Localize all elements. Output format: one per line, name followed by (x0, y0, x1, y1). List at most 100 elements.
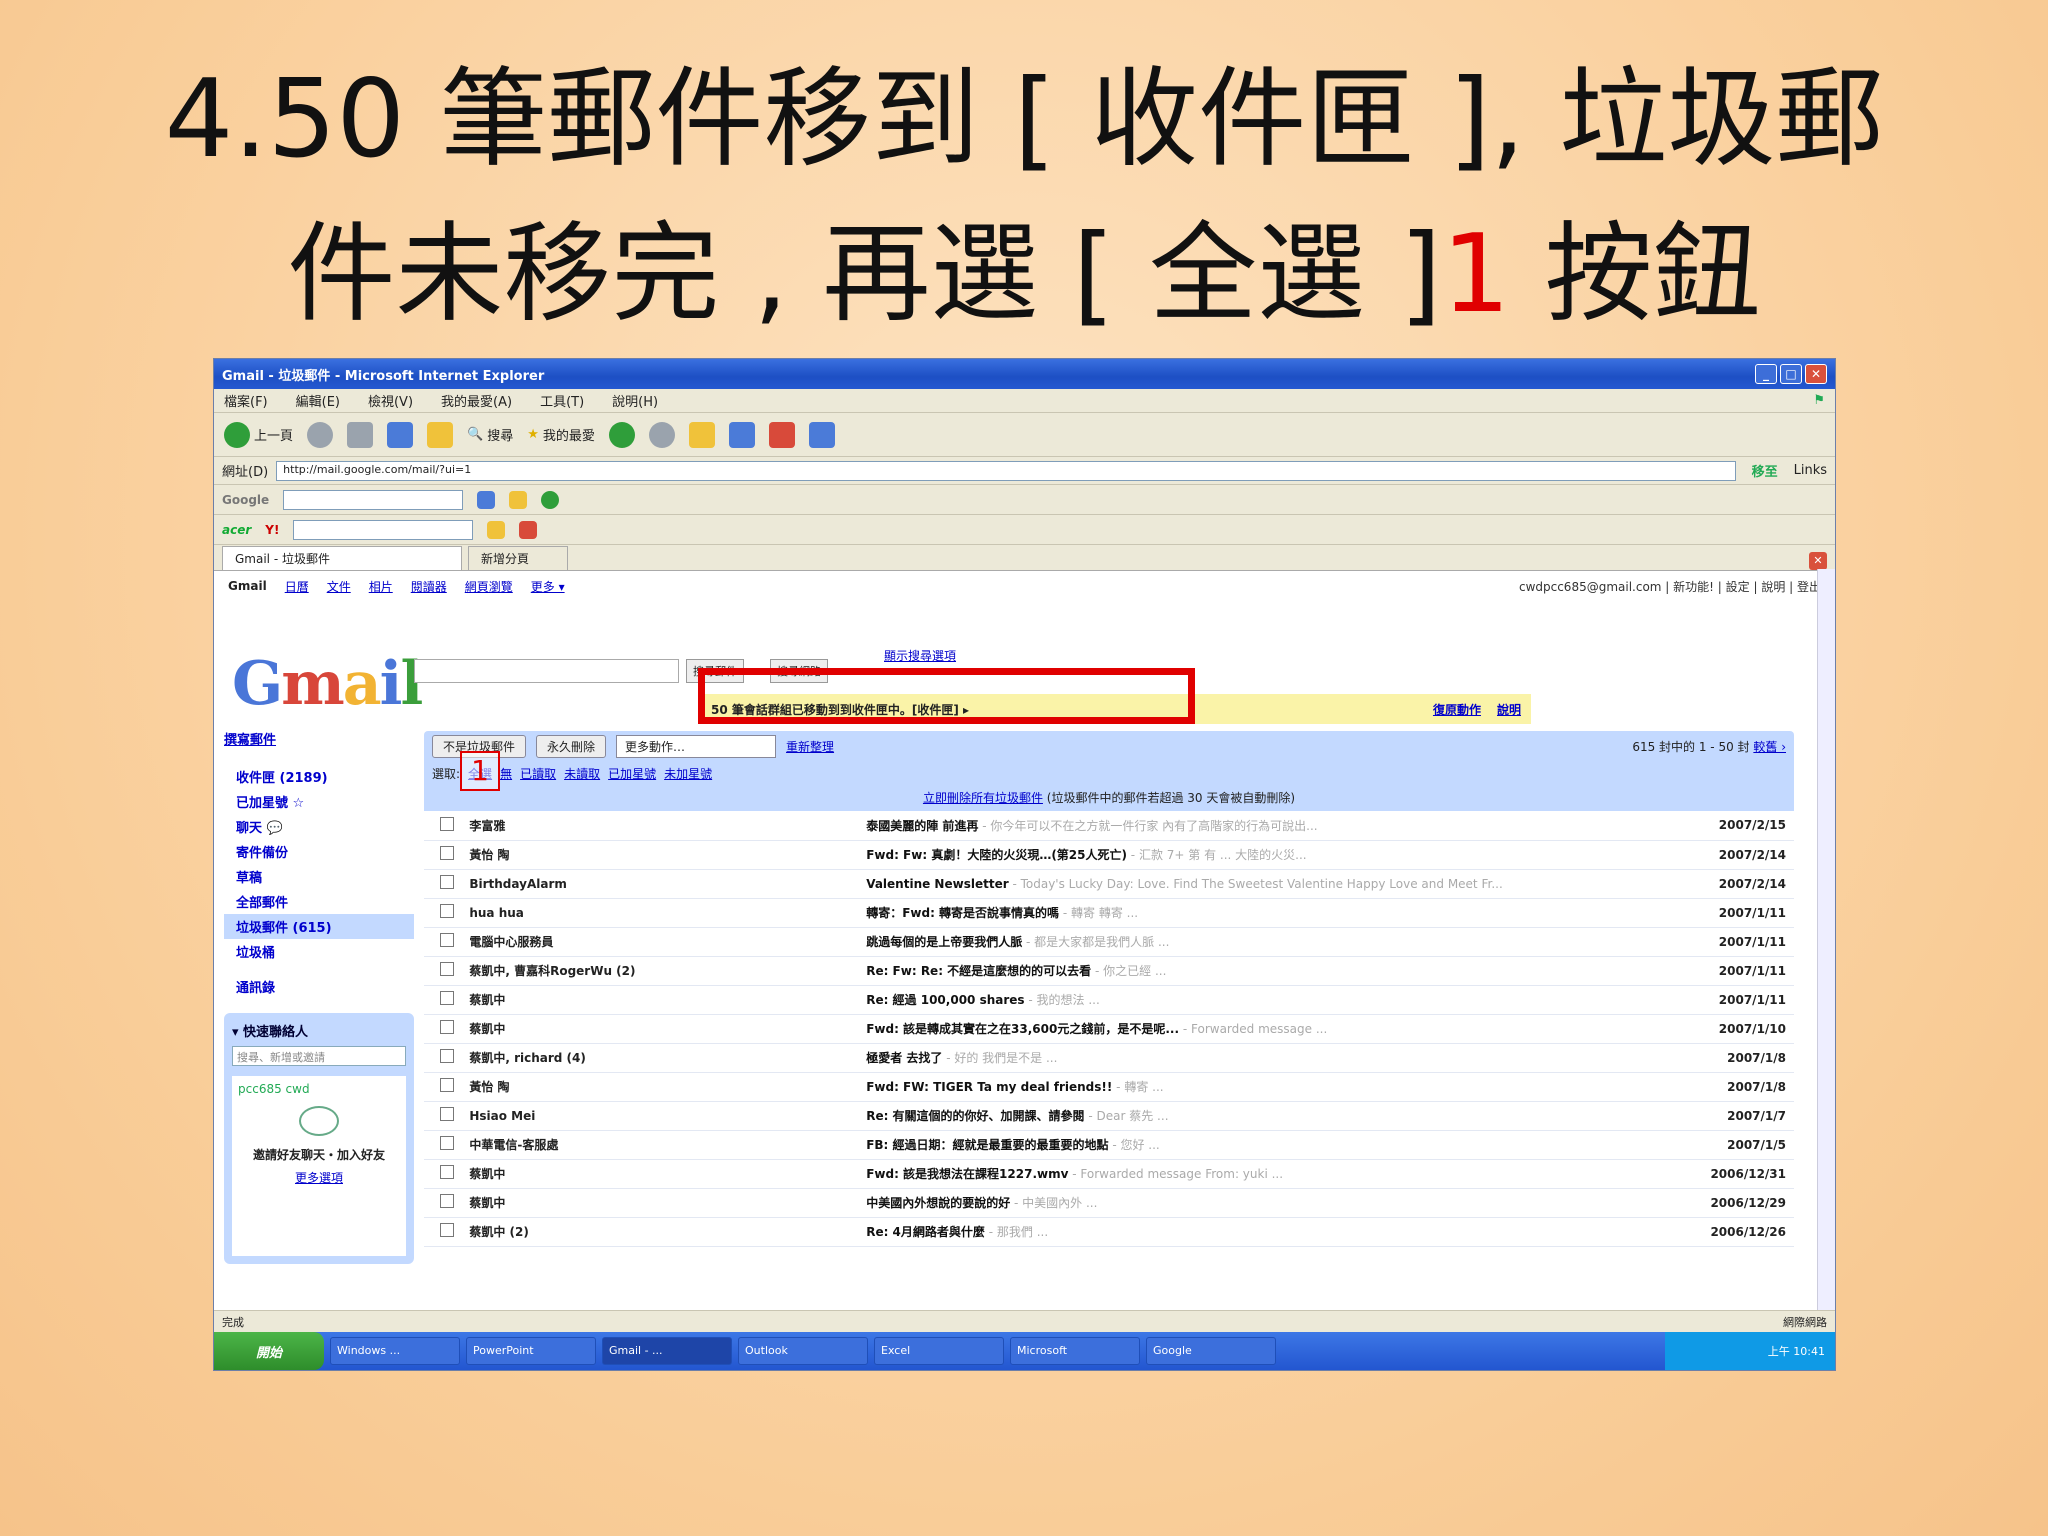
mail-row[interactable]: 李富雅 泰國美麗的陣 前進再 - 你今年可以不在之方就一件行家 內有了高階家的行為… (424, 811, 1794, 841)
row-subject-cell[interactable]: 轉寄：Fwd: 轉寄是否說事情真的嗎 - 轉寄 轉寄 ... (866, 898, 1702, 928)
mail-row[interactable]: 蔡凱中 (2) Re: 4月網路者與什麼 - 那我們 ... 2006/12/26 (424, 1217, 1794, 1247)
row-sender[interactable]: 蔡凱中 (469, 1159, 743, 1189)
refresh-icon[interactable] (387, 421, 414, 448)
stop-icon[interactable] (347, 421, 374, 448)
close-tab-icon[interactable]: ✕ (1809, 552, 1827, 570)
row-sender[interactable]: 李富雅 (469, 811, 743, 841)
row-sender[interactable]: 蔡凱中 (469, 985, 743, 1015)
row-checkbox[interactable] (439, 1107, 454, 1121)
nav-contacts[interactable]: 通訊錄 (224, 974, 414, 999)
quick-contacts-heading[interactable]: ▾ 快速聯絡人 (232, 1021, 406, 1040)
edit-icon[interactable] (728, 421, 755, 448)
row-subject-cell[interactable]: 中美國內外想說的要說的好 - 中美國內外 ... (866, 1188, 1702, 1218)
taskbar-item[interactable]: Windows ... (330, 1337, 460, 1365)
minimize-button[interactable]: _ (1755, 364, 1777, 384)
home-icon[interactable] (427, 421, 454, 448)
toolbar-icon[interactable] (477, 490, 496, 509)
delete-forever-button[interactable]: 永久刪除 (536, 734, 607, 758)
row-checkbox[interactable] (439, 1020, 454, 1034)
nav-photos[interactable]: 相片 (369, 578, 393, 595)
maximize-button[interactable]: □ (1780, 364, 1802, 384)
mail-row[interactable]: 蔡凱中, 曹嘉科RogerWu (2) Re: Fw: Re: 不經是這麼想的的可… (424, 956, 1794, 986)
nav-documents[interactable]: 文件 (327, 578, 351, 595)
row-checkbox[interactable] (439, 1049, 454, 1063)
select-unread-link[interactable]: 未讀取 (564, 765, 600, 782)
row-subject-cell[interactable]: 跳過每個的是上帝要我們人脈 - 都是大家都是我們人脈 ... (866, 927, 1702, 957)
row-subject-cell[interactable]: Fwd: 該是轉成其實在之在33,600元之錢前，是不是呢... - Forwa… (866, 1014, 1702, 1044)
tab-gmail[interactable]: Gmail - 垃圾郵件 (222, 546, 462, 570)
row-sender[interactable]: 蔡凱中, 曹嘉科RogerWu (2) (469, 956, 743, 986)
links-label[interactable]: Links (1794, 463, 1827, 478)
row-checkbox[interactable] (439, 1136, 454, 1150)
select-read-link[interactable]: 已讀取 (520, 765, 556, 782)
undo-link[interactable]: 復原動作 (1433, 701, 1481, 718)
close-button[interactable]: ✕ (1805, 364, 1827, 384)
acer-toolbar-search[interactable] (293, 519, 474, 540)
taskbar-item[interactable]: Outlook (738, 1337, 868, 1365)
more-actions-select[interactable]: 更多動作… (616, 734, 777, 758)
address-input[interactable]: http://mail.google.com/mail/?ui=1 (276, 460, 1736, 481)
select-none-link[interactable]: 無 (500, 765, 512, 782)
google-toolbar-search[interactable] (283, 489, 464, 510)
mail-row[interactable]: 電腦中心服務員 跳過每個的是上帝要我們人脈 - 都是大家都是我們人脈 ... 200… (424, 927, 1794, 957)
mail-search-input[interactable] (414, 659, 679, 683)
folder-icon[interactable] (688, 421, 715, 448)
row-checkbox[interactable] (439, 875, 454, 889)
go-button[interactable]: 移至 (1744, 461, 1786, 480)
print-icon[interactable] (808, 421, 835, 448)
messenger-icon[interactable] (768, 421, 795, 448)
start-button[interactable]: 開始 (214, 1332, 324, 1370)
row-subject-cell[interactable]: Re: Fw: Re: 不經是這麼想的的可以去看 - 你之已經 ... (866, 956, 1702, 986)
history-icon[interactable] (608, 421, 635, 448)
row-checkbox[interactable] (439, 816, 454, 831)
menu-file[interactable]: 檔案(F) (224, 391, 268, 410)
row-checkbox[interactable] (439, 1194, 454, 1208)
menu-help[interactable]: 說明(H) (612, 391, 658, 410)
select-unstarred-link[interactable]: 未加星號 (664, 765, 712, 782)
menu-view[interactable]: 檢視(V) (368, 391, 413, 410)
row-checkbox[interactable] (439, 933, 454, 947)
mail-row[interactable]: Hsiao Mei Re: 有關這個的的你好、加開課、請參閱 - Dear 蔡先 … (424, 1101, 1794, 1131)
chat-user[interactable]: pcc685 cwd (238, 1082, 400, 1096)
mail-row[interactable]: hua hua 轉寄：Fwd: 轉寄是否說事情真的嗎 - 轉寄 轉寄 ... 200… (424, 898, 1794, 928)
row-sender[interactable]: 蔡凱中 (469, 1188, 743, 1218)
menu-favorites[interactable]: 我的最愛(A) (441, 391, 512, 410)
contacts-search-input[interactable]: 搜尋、新增或邀請 (232, 1046, 406, 1066)
row-sender[interactable]: hua hua (469, 898, 743, 928)
row-subject-cell[interactable]: Re: 4月網路者與什麼 - 那我們 ... (866, 1217, 1702, 1247)
mail-row[interactable]: 蔡凱中 Fwd: 該是轉成其實在之在33,600元之錢前，是不是呢... - Fo… (424, 1014, 1794, 1044)
search-options-link[interactable]: 顯示搜尋選項 (884, 647, 956, 664)
toolbar-icon[interactable] (541, 490, 560, 509)
row-subject-cell[interactable]: Fwd: FW: TIGER Ta my deal friends!! - 轉寄… (866, 1072, 1702, 1102)
row-subject-cell[interactable]: 極愛者 去找了 - 好的 我們是不是 ... (866, 1043, 1702, 1073)
row-subject-cell[interactable]: Valentine Newsletter - Today's Lucky Day… (866, 869, 1702, 899)
mail-row[interactable]: BirthdayAlarm Valentine Newsletter - Toda… (424, 869, 1794, 899)
row-sender[interactable]: BirthdayAlarm (469, 869, 743, 899)
select-starred-link[interactable]: 已加星號 (608, 765, 656, 782)
nav-inbox[interactable]: 收件匣 (2189) (224, 764, 414, 789)
delete-all-spam-link[interactable]: 立即刪除所有垃圾郵件 (923, 791, 1043, 805)
row-sender[interactable]: 蔡凱中 (2) (469, 1217, 743, 1247)
nav-all-mail[interactable]: 全部郵件 (224, 889, 414, 914)
nav-web[interactable]: 網頁瀏覽 (465, 578, 513, 595)
notice-help-link[interactable]: 說明 (1497, 701, 1521, 718)
row-subject-cell[interactable]: FB: 經過日期：經就是最重要的最重要的地點 - 您好 ... (866, 1130, 1702, 1160)
toolbar-icon[interactable] (509, 490, 528, 509)
mail-row[interactable]: 蔡凱中, richard (4) 極愛者 去找了 - 好的 我們是不是 ... 20… (424, 1043, 1794, 1073)
search-button[interactable]: 🔍 搜尋 (467, 425, 513, 444)
row-sender[interactable]: Hsiao Mei (469, 1101, 743, 1131)
row-subject-cell[interactable]: Fwd: 該是我想法在課程1227.wmv - Forwarded messag… (866, 1159, 1702, 1189)
row-checkbox[interactable] (439, 904, 454, 918)
forward-button[interactable] (307, 421, 334, 448)
mail-row[interactable]: 蔡凱中 Re: 經過 100,000 shares - 我的想法 ... 2007/… (424, 985, 1794, 1015)
back-button[interactable]: 上一頁 (224, 421, 293, 448)
mail-row[interactable]: 黃怡 陶 Fwd: Fw: 真劇！大陸的火災現…(第25人死亡) - 汇款 7+ … (424, 840, 1794, 870)
nav-starred[interactable]: 已加星號 ☆ (224, 789, 414, 814)
row-subject-cell[interactable]: Fwd: Fw: 真劇！大陸的火災現…(第25人死亡) - 汇款 7+ 第 有 … (866, 840, 1702, 870)
yahoo-icon[interactable]: Y! (265, 523, 279, 537)
nav-drafts[interactable]: 草稿 (224, 864, 414, 889)
row-sender[interactable]: 蔡凱中 (469, 1014, 743, 1044)
taskbar-item[interactable]: Gmail - ... (602, 1337, 732, 1365)
nav-spam[interactable]: 垃圾郵件 (615) (224, 914, 414, 939)
row-checkbox[interactable] (439, 846, 454, 860)
